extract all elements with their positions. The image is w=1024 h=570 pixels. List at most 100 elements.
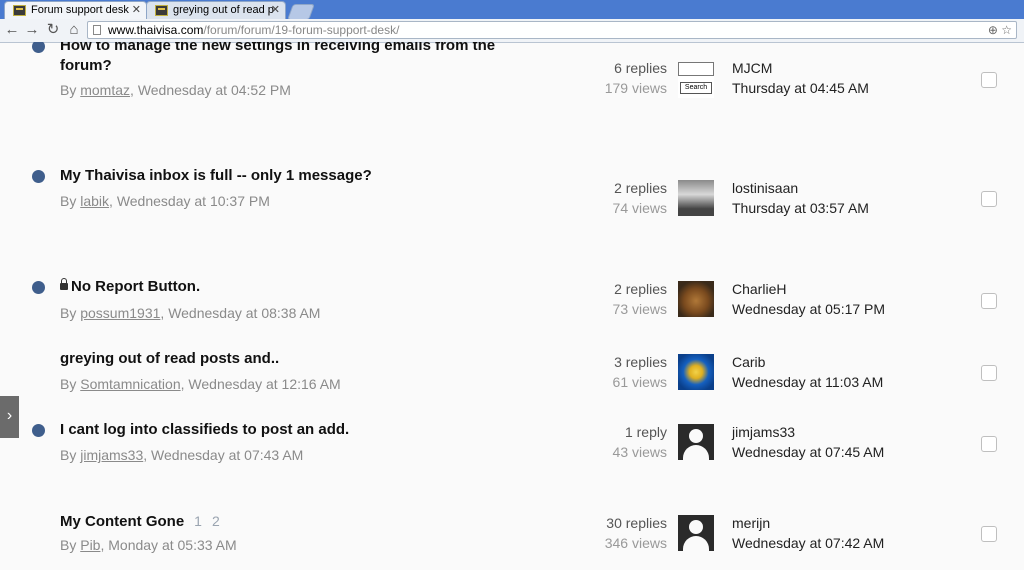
topic-select-checkbox[interactable] — [981, 365, 997, 381]
page-link[interactable]: 2 — [212, 513, 220, 529]
by-label: By — [60, 193, 81, 209]
forward-arrow-icon[interactable]: → — [23, 21, 41, 39]
back-arrow-icon[interactable]: ← — [3, 21, 21, 39]
last-post-date[interactable]: Wednesday at 11:03 AM — [732, 372, 883, 392]
last-poster: lostinisaan Thursday at 03:57 AM — [732, 178, 869, 218]
topic-meta: By labik, Wednesday at 10:37 PM — [60, 193, 270, 209]
last-poster: Carib Wednesday at 11:03 AM — [732, 352, 883, 392]
by-label: By — [60, 305, 81, 321]
avatar[interactable] — [678, 180, 714, 216]
last-post-date[interactable]: Wednesday at 07:42 AM — [732, 533, 884, 553]
topic-select-checkbox[interactable] — [981, 293, 997, 309]
topic-stats: 30 replies 346 views — [605, 513, 667, 553]
last-post-date[interactable]: Thursday at 04:45 AM — [732, 78, 869, 98]
close-tab-icon[interactable]: ✕ — [132, 2, 141, 19]
last-poster-name[interactable]: merijn — [732, 513, 884, 533]
tab-strip: Forum support desk ✕ greying out of read… — [0, 0, 1024, 20]
browser-chrome: Forum support desk ✕ greying out of read… — [0, 0, 1024, 43]
topic-author-link[interactable]: momtaz — [80, 82, 130, 98]
topic-title[interactable]: greying out of read posts and.. — [60, 349, 500, 369]
topic-date: Wednesday at 10:37 PM — [116, 193, 270, 209]
avatar[interactable] — [678, 515, 714, 551]
by-label: By — [60, 82, 81, 98]
reply-count: 2 replies — [614, 281, 667, 297]
topic-title[interactable]: My Content Gone 1 2 — [60, 511, 500, 532]
topic-author-link[interactable]: labik — [80, 193, 109, 209]
topic-title-text[interactable]: My Content Gone — [60, 513, 184, 530]
sidebar-toggle-button[interactable]: › — [0, 396, 19, 438]
tab-label: greying out of read p — [173, 4, 274, 16]
lock-icon — [60, 278, 68, 290]
tab-forum-support-desk[interactable]: Forum support desk ✕ — [4, 1, 147, 19]
topic-title[interactable]: How to manage the new settings in receiv… — [60, 42, 500, 76]
tab-label: Forum support desk — [31, 4, 129, 16]
topic-author-link[interactable]: possum1931 — [80, 305, 160, 321]
url-host: www.thaivisa.com — [108, 23, 204, 37]
topic-meta: By Somtamnication, Wednesday at 12:16 AM — [60, 376, 341, 392]
home-icon[interactable]: ⌂ — [65, 21, 83, 39]
close-tab-icon[interactable]: ✕ — [271, 2, 280, 19]
zoom-icon[interactable]: ⊕ — [988, 23, 998, 37]
avatar[interactable] — [678, 354, 714, 390]
reply-count: 1 reply — [624, 424, 667, 440]
topic-stats: 2 replies 73 views — [613, 279, 667, 319]
topic-author-link[interactable]: jimjams33 — [80, 447, 143, 463]
topic-meta: By Pib, Monday at 05:33 AM — [60, 537, 237, 553]
topic-select-checkbox[interactable] — [981, 72, 997, 88]
url-path: /forum/forum/19-forum-support-desk/ — [203, 23, 400, 37]
new-tab-button[interactable] — [287, 4, 315, 20]
page-icon — [93, 25, 101, 35]
topic-author-link[interactable]: Somtamnication — [80, 376, 180, 392]
reload-icon[interactable]: ↻ — [44, 21, 62, 39]
topic-meta: By jimjams33, Wednesday at 07:43 AM — [60, 447, 304, 463]
view-count: 61 views — [612, 374, 667, 390]
topic-date: Wednesday at 04:52 PM — [137, 82, 291, 98]
last-post-date[interactable]: Wednesday at 05:17 PM — [732, 299, 885, 319]
view-count: 346 views — [604, 535, 667, 551]
last-poster-name[interactable]: MJCM — [732, 58, 869, 78]
last-post-date[interactable]: Wednesday at 07:45 AM — [732, 442, 884, 462]
last-poster: merijn Wednesday at 07:42 AM — [732, 513, 884, 553]
topic-title[interactable]: No Report Button. — [60, 277, 500, 297]
topic-pagination: 12 — [194, 513, 230, 529]
address-bar[interactable]: www.thaivisa.com/forum/forum/19-forum-su… — [87, 21, 1017, 39]
last-poster-name[interactable]: CharlieH — [732, 279, 885, 299]
view-count: 73 views — [612, 301, 667, 317]
thaivisa-favicon-icon — [155, 5, 168, 16]
topic-date: Monday at 05:33 AM — [108, 537, 237, 553]
view-count: 43 views — [612, 444, 667, 460]
unread-dot-icon — [32, 424, 45, 437]
topic-select-checkbox[interactable] — [981, 526, 997, 542]
topic-title[interactable]: My Thaivisa inbox is full -- only 1 mess… — [60, 166, 500, 186]
last-poster: jimjams33 Wednesday at 07:45 AM — [732, 422, 884, 462]
topic-stats: 6 replies 179 views — [605, 58, 667, 98]
topic-stats: 2 replies 74 views — [613, 178, 667, 218]
reply-count: 30 replies — [606, 515, 667, 531]
topic-meta: By momtaz, Wednesday at 04:52 PM — [60, 82, 291, 98]
page-link[interactable]: 1 — [194, 513, 202, 529]
last-poster-name[interactable]: Carib — [732, 352, 883, 372]
by-label: By — [60, 376, 81, 392]
topic-select-checkbox[interactable] — [981, 436, 997, 452]
avatar[interactable] — [678, 281, 714, 317]
last-poster-name[interactable]: lostinisaan — [732, 178, 869, 198]
view-count: 179 views — [604, 80, 667, 96]
bookmark-star-icon[interactable]: ☆ — [1001, 23, 1012, 37]
last-poster-name[interactable]: jimjams33 — [732, 422, 884, 442]
by-label: By — [60, 537, 81, 553]
topic-author-link[interactable]: Pib — [80, 537, 100, 553]
tab-greying-out[interactable]: greying out of read p ✕ — [146, 1, 286, 19]
search-button-image: Search — [680, 82, 712, 94]
topic-title[interactable]: I cant log into classifieds to post an a… — [60, 420, 500, 440]
avatar[interactable]: Search — [678, 62, 714, 98]
avatar[interactable] — [678, 424, 714, 460]
reply-count: 3 replies — [614, 354, 667, 370]
topic-select-checkbox[interactable] — [981, 191, 997, 207]
topic-date: Wednesday at 07:43 AM — [151, 447, 304, 463]
topic-title-text[interactable]: No Report Button. — [71, 278, 200, 295]
last-poster: MJCM Thursday at 04:45 AM — [732, 58, 869, 98]
last-post-date[interactable]: Thursday at 03:57 AM — [732, 198, 869, 218]
navigation-bar: ← → ↻ ⌂ www.thaivisa.com/forum/forum/19-… — [0, 19, 1024, 42]
unread-dot-icon — [32, 170, 45, 183]
view-count: 74 views — [612, 200, 667, 216]
